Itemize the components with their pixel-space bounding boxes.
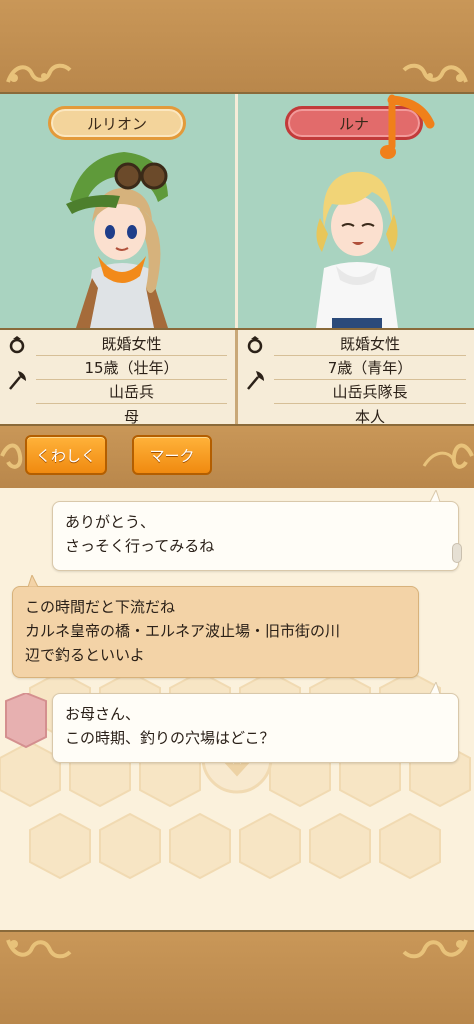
- right-ornament: [404, 440, 474, 472]
- axe-icon: [4, 368, 30, 392]
- bubble-tail: [27, 575, 39, 587]
- chat-message: お母さん、 この時期、釣りの穴場はどこ？: [52, 693, 459, 763]
- message-line: この時間だと下流だね: [25, 598, 176, 616]
- music-note-icon: [380, 94, 435, 159]
- age-right: 7歳（青年）: [274, 356, 466, 380]
- left-ornament: [4, 934, 74, 966]
- chat-message: この時間だと下流だね カルネ皇帝の橋・エルネア波止場・旧市街の川 辺で釣るといい…: [12, 586, 419, 678]
- message-line: カルネ皇帝の橋・エルネア波止場・旧市街の川: [25, 622, 341, 640]
- chat-message: ありがとう、 さっそく行ってみるね: [52, 501, 459, 571]
- character-portrait-right[interactable]: [302, 148, 412, 328]
- mark-button[interactable]: マーク: [132, 435, 212, 475]
- age-left: 15歳（壮年）: [36, 356, 227, 380]
- portrait-divider: [235, 94, 238, 328]
- event-badge[interactable]: [0, 693, 52, 749]
- character-info-table: 既婚女性 15歳（壮年） 山岳兵 母 既婚女性 7歳（青年） 山岳兵隊長 本人: [0, 328, 474, 426]
- axe-icon: [242, 368, 268, 392]
- message-line: 辺で釣るといいよ: [25, 646, 145, 664]
- scroll-handle[interactable]: [452, 543, 462, 563]
- chat-log[interactable]: ありがとう、 さっそく行ってみるね この時間だと下流だね カルネ皇帝の橋・エルネ…: [0, 488, 474, 930]
- status-right: 既婚女性: [274, 332, 466, 356]
- job-right: 山岳兵隊長: [274, 380, 466, 404]
- character-portrait-left[interactable]: [62, 138, 182, 328]
- left-ornament: [4, 56, 74, 88]
- message-line: ありがとう、: [65, 513, 156, 531]
- bubble-tail: [429, 682, 441, 694]
- character-portraits: ルリオン ルナ: [0, 92, 474, 328]
- info-column-left: 既婚女性 15歳（壮年） 山岳兵 母: [0, 330, 235, 426]
- relation-left: 母: [123, 407, 139, 426]
- ring-icon: [242, 332, 268, 356]
- top-frame: [0, 0, 474, 92]
- left-ornament: [0, 440, 70, 472]
- action-bar: くわしく マーク: [0, 426, 474, 488]
- message-line: さっそく行ってみるね: [65, 537, 215, 555]
- ring-icon: [4, 332, 30, 356]
- bottom-frame: [0, 930, 474, 1024]
- bubble-tail: [429, 490, 441, 502]
- info-column-right: 既婚女性 7歳（青年） 山岳兵隊長 本人: [238, 330, 474, 426]
- status-left: 既婚女性: [36, 332, 227, 356]
- right-ornament: [400, 934, 470, 966]
- message-line: お母さん、: [65, 705, 141, 723]
- character-name-left: ルリオン: [48, 106, 186, 140]
- relation-right: 本人: [354, 407, 385, 426]
- message-line: この時期、釣りの穴場はどこ？: [65, 729, 275, 747]
- job-left: 山岳兵: [36, 380, 227, 404]
- right-ornament: [400, 56, 470, 88]
